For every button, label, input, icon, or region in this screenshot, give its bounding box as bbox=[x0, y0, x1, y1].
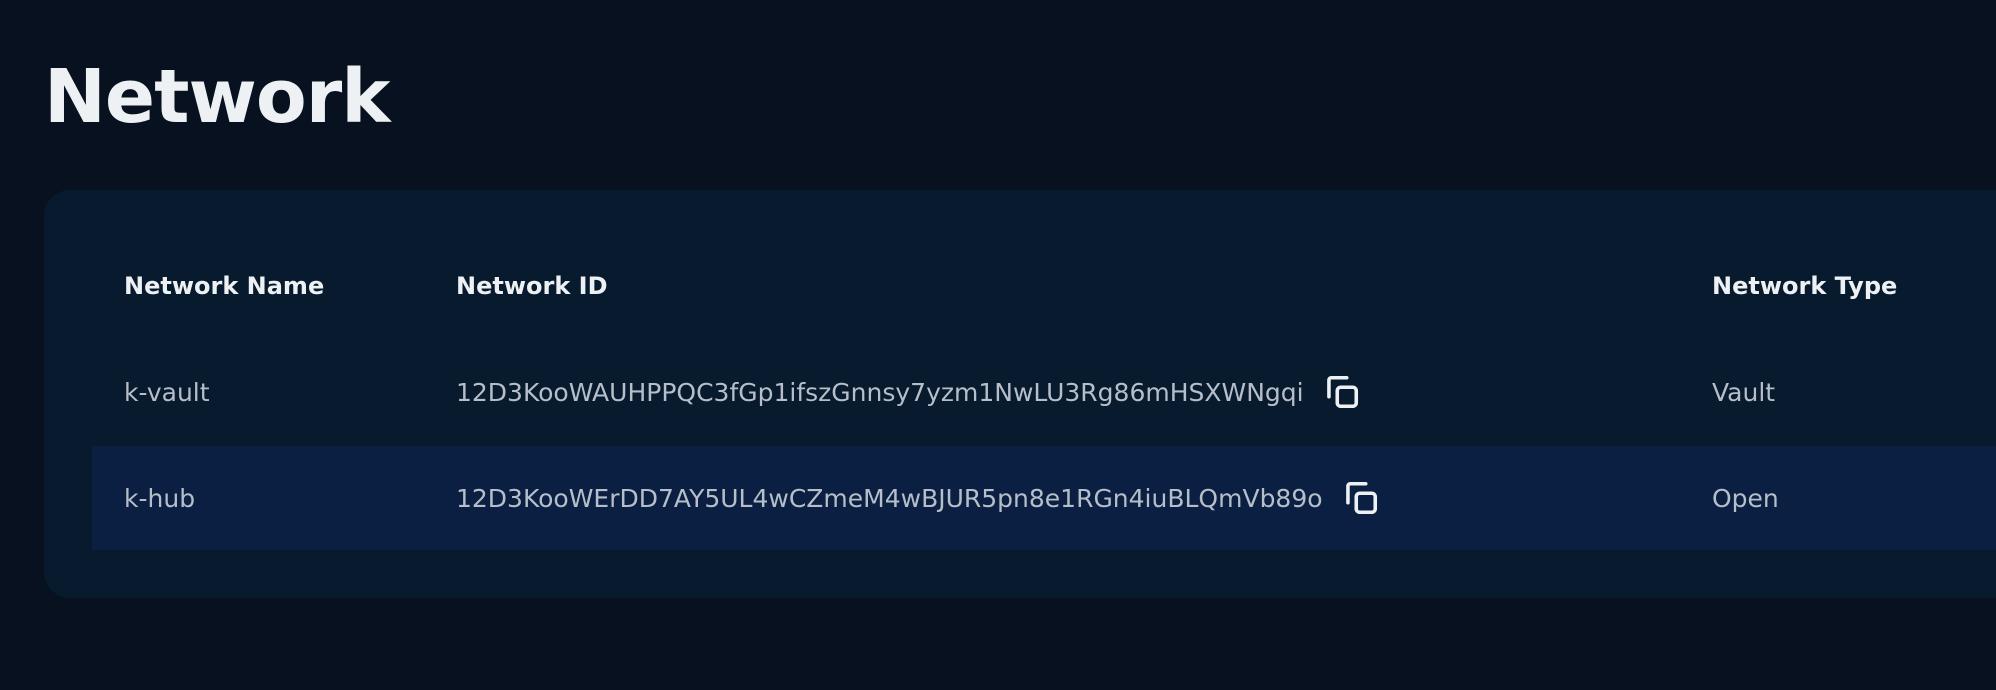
network-id-text: 12D3KooWAUHPPQC3fGp1ifszGnnsy7yzm1NwLU3R… bbox=[456, 377, 1304, 407]
copy-network-id-button[interactable] bbox=[1339, 476, 1383, 520]
network-type-cell: Vault bbox=[1712, 377, 1776, 407]
network-name-cell: k-vault bbox=[124, 377, 210, 407]
copy-icon bbox=[1326, 375, 1358, 409]
network-table: Network Name Network ID Network Type k-v… bbox=[44, 190, 1996, 598]
network-name-cell: k-hub bbox=[124, 483, 196, 513]
table-header-row: Network Name Network ID Network Type bbox=[92, 238, 1996, 334]
network-type-cell: Open bbox=[1712, 483, 1779, 513]
page-title: Network bbox=[44, 54, 390, 140]
network-id-cell: 12D3KooWAUHPPQC3fGp1ifszGnnsy7yzm1NwLU3R… bbox=[456, 340, 1364, 444]
column-header-network-name: Network Name bbox=[124, 272, 325, 300]
copy-icon bbox=[1345, 481, 1377, 515]
column-header-network-type: Network Type bbox=[1712, 272, 1898, 300]
network-id-cell: 12D3KooWErDD7AY5UL4wCZmeM4wBJUR5pn8e1RGn… bbox=[456, 446, 1383, 550]
table-row[interactable]: k-vault 12D3KooWAUHPPQC3fGp1ifszGnnsy7yz… bbox=[92, 340, 1996, 444]
table-row[interactable]: k-hub 12D3KooWErDD7AY5UL4wCZmeM4wBJUR5pn… bbox=[92, 446, 1996, 550]
network-id-text: 12D3KooWErDD7AY5UL4wCZmeM4wBJUR5pn8e1RGn… bbox=[456, 483, 1323, 513]
column-header-network-id: Network ID bbox=[456, 272, 608, 300]
copy-network-id-button[interactable] bbox=[1320, 370, 1364, 414]
